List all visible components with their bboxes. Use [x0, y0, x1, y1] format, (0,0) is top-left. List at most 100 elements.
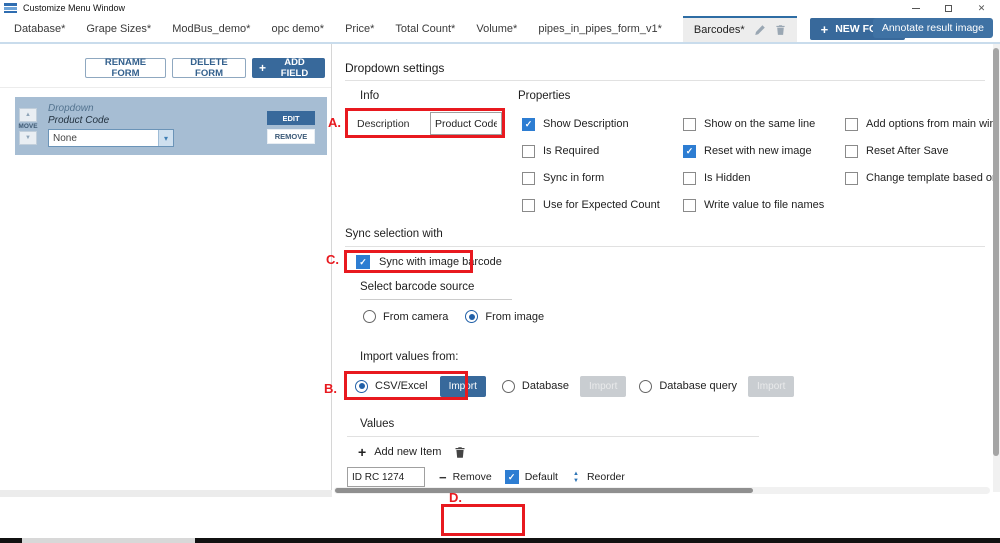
dropdown-field-card: ▲ MOVE ▼ Dropdown Product Code None ▾ ED… — [15, 97, 327, 155]
tab-volume[interactable]: Volume* — [476, 23, 517, 35]
close-icon: ✕ — [978, 4, 986, 13]
annotate-result-image-button[interactable]: Annotate result image — [873, 18, 993, 38]
divider — [345, 80, 985, 81]
plus-icon: + — [259, 61, 266, 75]
horizontal-scrollbar-thumb[interactable] — [335, 488, 753, 493]
tab-opc-demo[interactable]: opc demo* — [271, 23, 324, 35]
radio-from-image[interactable] — [465, 310, 478, 323]
left-panel-bottom-strip — [0, 490, 332, 497]
tab-pipes-in-pipes-form[interactable]: pipes_in_pipes_form_v1* — [538, 23, 662, 35]
reorder-label: Reorder — [587, 471, 625, 483]
dropdown-settings-panel: Dropdown settings Info Description Prope… — [332, 44, 1000, 494]
checkbox-label: Show on the same line — [704, 118, 815, 130]
sync-heading: Sync selection with — [345, 228, 443, 240]
radio-label: CSV/Excel — [375, 380, 428, 392]
checkbox-reset-with-new-image[interactable]: ✓ — [683, 145, 696, 158]
move-control: ▲ MOVE ▼ — [19, 108, 37, 145]
checkbox-label: Is Hidden — [704, 172, 750, 184]
customize-menu-window: Customize Menu Window ✕ Database* Grape … — [0, 0, 1000, 543]
property-row: ✓ Write value to file names — [683, 198, 845, 212]
delete-form-button[interactable]: DELETE FORM — [172, 58, 246, 78]
value-item-input[interactable] — [347, 467, 425, 487]
property-row: ✓ Use for Expected Count — [522, 198, 683, 212]
import-database-button: Import — [580, 376, 626, 397]
delete-items-trash-icon[interactable] — [454, 446, 466, 459]
reorder-down-button[interactable]: ▼ — [573, 478, 579, 484]
checkbox-is-hidden[interactable]: ✓ — [683, 172, 696, 185]
tab-modbus-demo[interactable]: ModBus_demo* — [172, 23, 250, 35]
rename-tab-pencil-icon[interactable] — [754, 24, 766, 36]
form-tab-bar: Database* Grape Sizes* ModBus_demo* opc … — [0, 16, 1000, 44]
import-csv-button[interactable]: Import — [440, 376, 486, 397]
tab-barcodes-active[interactable]: Barcodes* — [683, 16, 797, 42]
minimize-button[interactable] — [899, 0, 932, 16]
check-icon: ✓ — [525, 120, 533, 129]
property-row: ✓ Show Description — [522, 117, 683, 131]
close-button[interactable]: ✕ — [965, 0, 998, 16]
title-bar: Customize Menu Window ✕ — [0, 0, 1000, 16]
checkbox-label: Is Required — [543, 145, 599, 157]
arrow-up-icon: ▲ — [573, 471, 579, 477]
field-type-label: Dropdown — [48, 103, 94, 114]
radio-label: Database query — [659, 380, 737, 392]
move-label: MOVE — [18, 123, 37, 130]
checkbox-label: Change template based on valu — [866, 172, 1000, 184]
radio-from-camera[interactable] — [363, 310, 376, 323]
move-up-button[interactable]: ▲ — [19, 108, 37, 122]
add-field-button[interactable]: + ADD FIELD — [252, 58, 325, 78]
checkbox-add-options-main-window[interactable]: ✓ — [845, 118, 858, 131]
arrow-down-icon: ▼ — [573, 478, 579, 484]
property-row: ✓ Reset with new image — [683, 144, 845, 158]
maximize-button[interactable] — [932, 0, 965, 16]
tab-price[interactable]: Price* — [345, 23, 374, 35]
checkbox-label: Reset with new image — [704, 145, 812, 157]
checkbox-default[interactable]: ✓ — [505, 470, 519, 484]
radio-database[interactable] — [502, 380, 515, 393]
check-icon: ✓ — [686, 147, 694, 156]
move-down-button[interactable]: ▼ — [19, 131, 37, 145]
checkbox-write-value-filenames[interactable]: ✓ — [683, 199, 696, 212]
edit-field-button[interactable]: EDIT — [267, 111, 315, 125]
radio-csv-excel[interactable] — [355, 380, 368, 393]
rename-form-button[interactable]: RENAME FORM — [85, 58, 166, 78]
checkbox-label: Use for Expected Count — [543, 199, 660, 211]
tab-database[interactable]: Database* — [14, 23, 65, 35]
checkbox-sync-image-barcode[interactable]: ✓ — [356, 255, 370, 269]
field-dropdown[interactable]: None ▾ — [48, 129, 174, 147]
radio-database-query[interactable] — [639, 380, 652, 393]
checkbox-reset-after-save[interactable]: ✓ — [845, 145, 858, 158]
checkbox-label: Sync in form — [543, 172, 604, 184]
checkbox-show-same-line[interactable]: ✓ — [683, 118, 696, 131]
property-row: ✓ Is Hidden — [683, 171, 845, 185]
checkbox-change-template[interactable]: ✓ — [845, 172, 858, 185]
barcode-source-radios: From camera From image — [363, 310, 544, 323]
property-row-empty — [845, 198, 1000, 212]
arrow-up-icon: ▲ — [25, 112, 31, 118]
import-heading: Import values from: — [360, 351, 458, 363]
window-controls: ✕ — [899, 0, 998, 16]
description-input[interactable] — [430, 112, 502, 135]
remove-field-button[interactable]: REMOVE — [267, 129, 315, 144]
arrow-down-icon: ▼ — [25, 135, 31, 141]
vertical-scrollbar-thumb[interactable] — [993, 48, 999, 456]
remove-item-button[interactable]: − Remove — [439, 471, 492, 484]
settings-title: Dropdown settings — [345, 61, 444, 75]
tab-barcodes-label: Barcodes* — [694, 24, 745, 36]
tab-grape-sizes[interactable]: Grape Sizes* — [86, 23, 151, 35]
info-heading: Info — [360, 90, 379, 102]
check-icon: ✓ — [359, 258, 367, 267]
checkbox-sync-in-form[interactable]: ✓ — [522, 172, 535, 185]
left-panel-divider — [0, 87, 331, 88]
divider — [360, 299, 512, 300]
description-label: Description — [357, 118, 410, 130]
checkbox-is-required[interactable]: ✓ — [522, 145, 535, 158]
value-item-row: − Remove ✓ Default ▲ ▼ Reorder — [347, 467, 625, 487]
reorder-up-button[interactable]: ▲ — [573, 471, 579, 477]
checkbox-show-description[interactable]: ✓ — [522, 118, 535, 131]
add-new-item-button[interactable]: Add new Item — [374, 446, 441, 458]
tab-total-count[interactable]: Total Count* — [395, 23, 455, 35]
property-row: ✓ Add options from main window — [845, 117, 1000, 131]
delete-tab-trash-icon[interactable] — [775, 24, 786, 36]
checkbox-label: Reset After Save — [866, 145, 949, 157]
checkbox-use-expected-count[interactable]: ✓ — [522, 199, 535, 212]
